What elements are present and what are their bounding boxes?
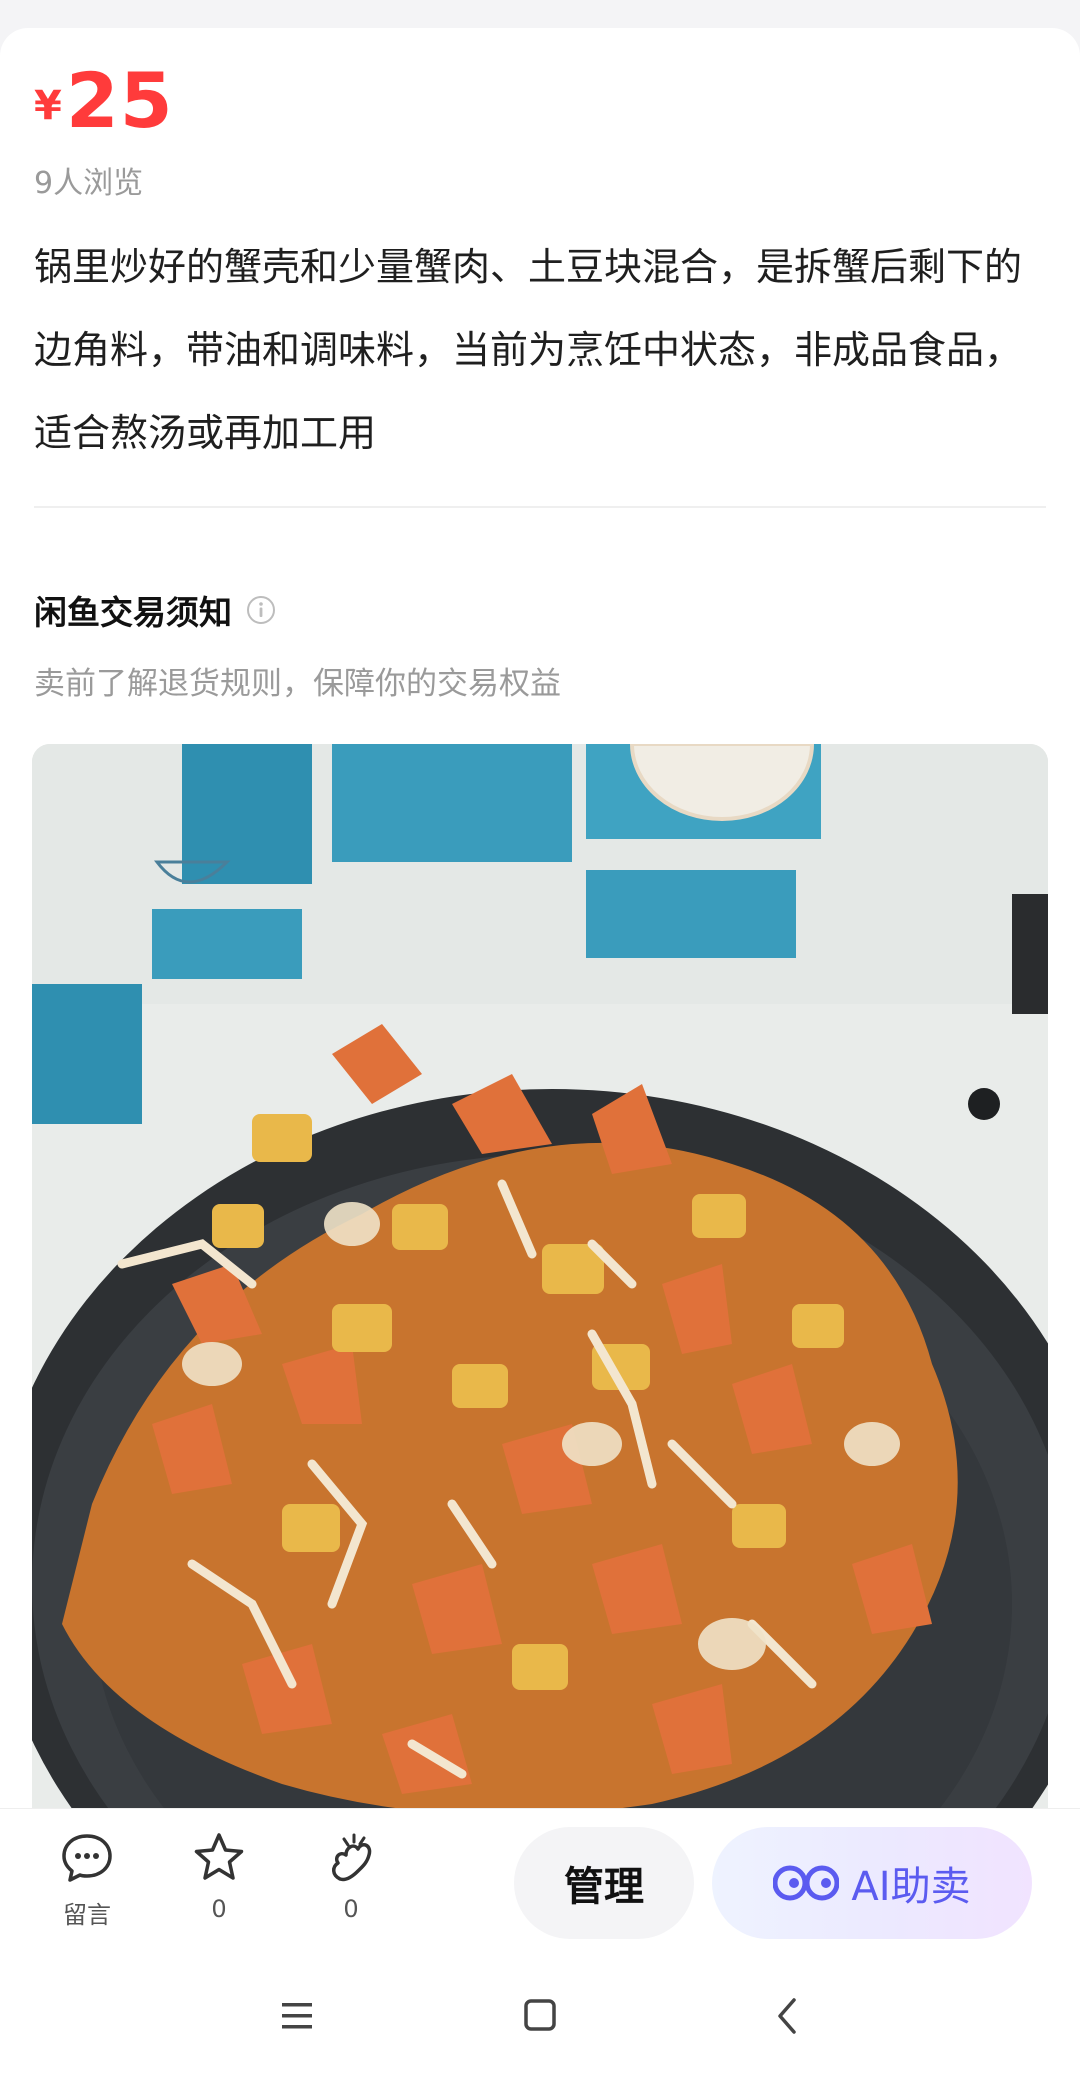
trade-notice-subtitle: 卖前了解退货规则，保障你的交易权益 [34, 666, 561, 702]
home-button[interactable] [510, 1988, 570, 2044]
product-detail-card: ¥25 9人浏览 锅里炒好的蟹壳和少量蟹肉、土豆块混合，是拆蟹后剩下的边角料，带… [0, 28, 1080, 1808]
comment-label: 留言 [63, 1901, 111, 1929]
currency-symbol: ¥ [34, 83, 62, 129]
info-icon[interactable] [246, 595, 276, 625]
chat-bubble-icon [62, 1834, 112, 1882]
ai-sell-label: AI助卖 [851, 1864, 971, 1910]
recent-apps-button[interactable] [266, 1988, 326, 2044]
comment-button[interactable]: 留言 [42, 1829, 132, 1930]
want-count: 0 [343, 1895, 359, 1923]
back-button[interactable] [758, 1988, 818, 2044]
divider [34, 506, 1046, 508]
ai-eyes-icon [773, 1865, 840, 1901]
bottom-action-bar: 留言 0 0 管理 AI助卖 [0, 1808, 1080, 1949]
back-icon [778, 1998, 796, 2034]
price-amount: 25 [65, 56, 174, 145]
view-count: 9人浏览 [34, 166, 144, 201]
ai-sell-assistant-button[interactable]: AI助卖 [712, 1827, 1032, 1939]
trade-notice-label: 闲鱼交易须知 [34, 593, 232, 632]
system-navigation-bar [0, 1948, 1080, 2082]
manage-button[interactable]: 管理 [514, 1827, 694, 1939]
menu-icon [282, 2003, 312, 2029]
want-button[interactable]: 0 [306, 1829, 396, 1923]
product-photo[interactable] [32, 744, 1048, 1808]
trade-notice-title[interactable]: 闲鱼交易须知 [34, 586, 276, 634]
home-icon [524, 1999, 556, 2031]
favorite-count: 0 [211, 1895, 227, 1923]
product-photo-art [32, 744, 1048, 1808]
price: ¥25 [34, 56, 174, 145]
star-icon [194, 1833, 244, 1880]
product-description: 锅里炒好的蟹壳和少量蟹肉、土豆块混合，是拆蟹后剩下的边角料，带油和调味料，当前为… [34, 245, 1023, 455]
favorite-button[interactable]: 0 [174, 1829, 264, 1923]
want-hand-icon [332, 1833, 372, 1882]
